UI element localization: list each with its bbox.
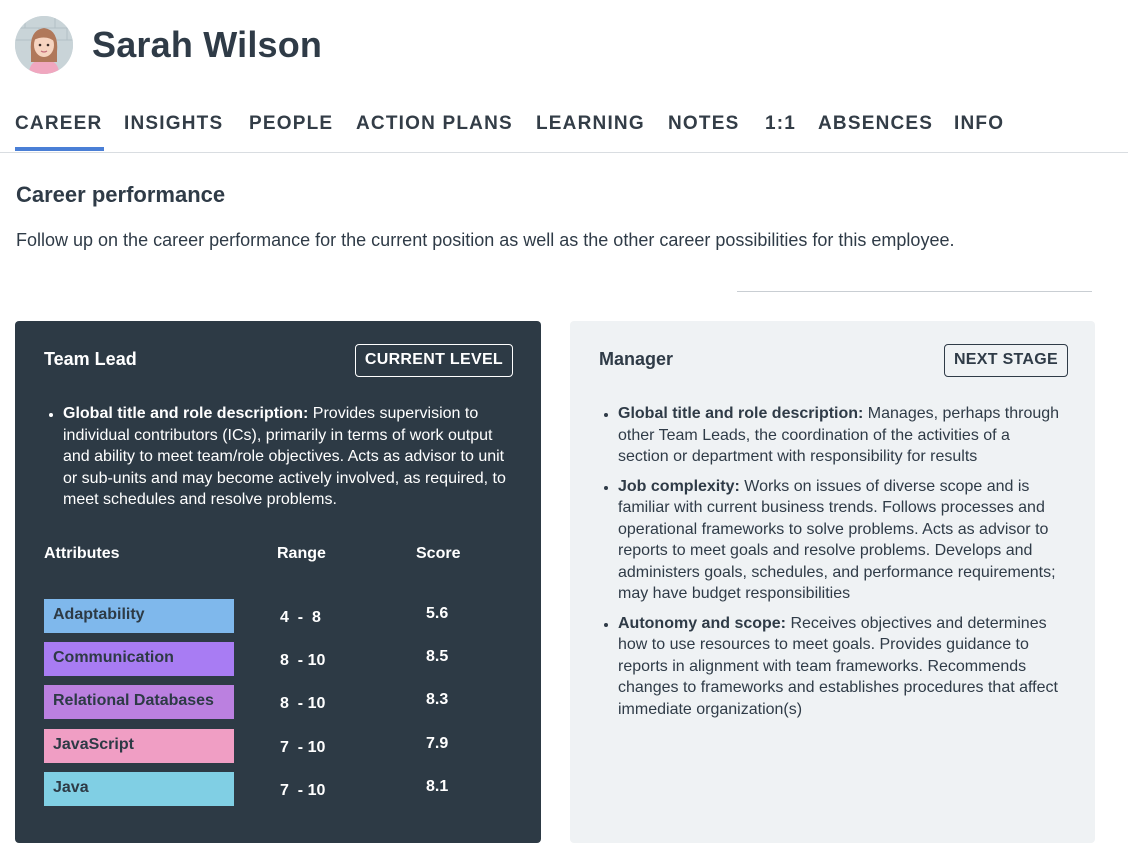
next-role-description: Global title and role description: Manag… <box>618 403 1064 728</box>
table-row: Adaptability 4 - 8 5.6 <box>44 599 494 633</box>
attribute-score: 8.5 <box>426 648 449 665</box>
table-row: Java 7 - 10 8.1 <box>44 772 494 806</box>
profile-header: Sarah Wilson <box>15 15 322 75</box>
tab-bar: CAREER INSIGHTS PEOPLE ACTION PLANS LEAR… <box>0 100 1128 153</box>
next-stage-card: Manager NEXT STAGE Global title and role… <box>570 321 1095 843</box>
tab-one-on-one[interactable]: 1:1 <box>765 113 796 135</box>
tab-career[interactable]: CAREER <box>15 113 105 151</box>
attribute-score: 5.6 <box>426 605 449 622</box>
list-item: Global title and role description: Provi… <box>63 403 513 511</box>
next-stage-badge: NEXT STAGE <box>943 344 1068 377</box>
attribute-range: 8 - 10 <box>280 652 326 669</box>
avatar[interactable] <box>15 16 73 74</box>
list-item: Job complexity: Works on issues of diver… <box>618 476 1064 605</box>
attribute-score: 8.1 <box>426 778 449 795</box>
attribute-range: 4 - 8 <box>280 609 321 626</box>
table-row: Communication 8 - 10 8.5 <box>44 642 494 676</box>
tab-insights[interactable]: INSIGHTS <box>124 113 223 135</box>
next-role-title: Manager <box>599 349 674 369</box>
avatar-illustration <box>15 16 73 74</box>
tab-notes[interactable]: NOTES <box>668 113 739 135</box>
section-title: Career performance <box>16 182 226 207</box>
item-text: Works on issues of diverse scope and is … <box>618 477 1056 603</box>
attribute-range: 7 - 10 <box>280 782 326 799</box>
attribute-name: JavaScript <box>44 729 234 763</box>
section-description: Follow up on the career performance for … <box>16 230 955 250</box>
current-role-title: Team Lead <box>44 349 137 369</box>
divider <box>737 291 1092 292</box>
tab-info[interactable]: INFO <box>954 113 1004 135</box>
list-item: Autonomy and scope: Receives objectives … <box>618 613 1064 721</box>
current-level-badge: CURRENT LEVEL <box>354 344 513 377</box>
item-label: Global title and role description: <box>618 405 864 422</box>
attribute-name: Adaptability <box>44 599 234 633</box>
tab-absences[interactable]: ABSENCES <box>818 113 933 135</box>
attribute-range: 8 - 10 <box>280 695 326 712</box>
attribute-range: 7 - 10 <box>280 739 326 756</box>
item-label: Job complexity: <box>618 477 740 495</box>
list-item: Global title and role description: Manag… <box>618 403 1064 468</box>
attributes-header: Attributes <box>44 545 120 562</box>
tab-action-plans[interactable]: ACTION PLANS <box>356 113 513 135</box>
attribute-name: Communication <box>44 642 234 676</box>
current-role-description: Global title and role description: Provi… <box>63 403 513 519</box>
attribute-score: 7.9 <box>426 735 449 752</box>
attribute-name: Relational Databases <box>44 685 234 719</box>
employee-name: Sarah Wilson <box>92 24 323 65</box>
range-header: Range <box>277 545 326 562</box>
item-label: Global title and role description: <box>63 405 309 422</box>
table-row: Relational Databases 8 - 10 8.3 <box>44 685 494 719</box>
attribute-score: 8.3 <box>426 691 449 708</box>
score-header: Score <box>416 545 461 562</box>
tab-people[interactable]: PEOPLE <box>249 113 333 135</box>
table-row: JavaScript 7 - 10 7.9 <box>44 729 494 763</box>
tab-learning[interactable]: LEARNING <box>536 113 645 135</box>
item-label: Autonomy and scope: <box>618 614 787 632</box>
attribute-name: Java <box>44 772 234 806</box>
current-level-card: Team Lead CURRENT LEVEL Global title and… <box>15 321 541 843</box>
